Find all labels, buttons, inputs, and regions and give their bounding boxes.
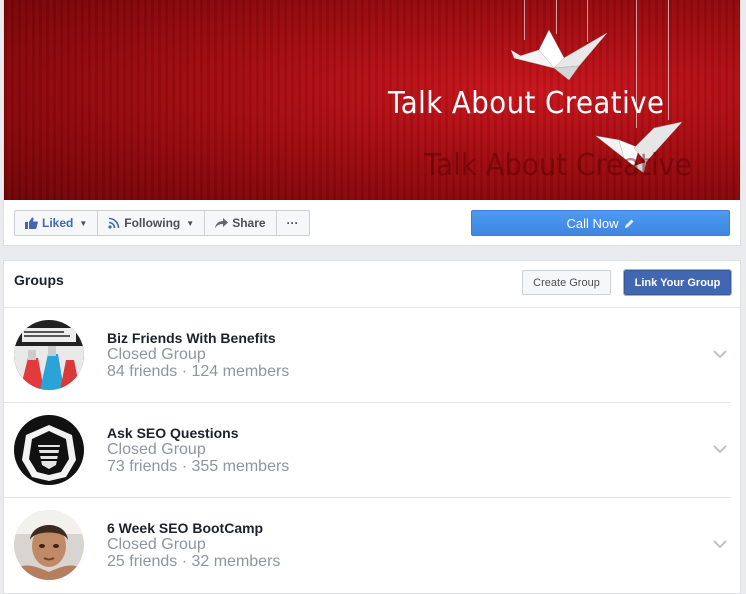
group-name[interactable]: Biz Friends With Benefits: [107, 330, 276, 346]
more-label: ···: [286, 216, 299, 230]
group-name[interactable]: Ask SEO Questions: [107, 425, 238, 441]
crane-string: [668, 0, 669, 120]
cover-photo[interactable]: Talk About Creative Talk About Creative: [4, 0, 740, 200]
group-row[interactable]: Ask SEO Questions Closed Group 73 friend…: [4, 403, 731, 498]
call-now-label: Call Now: [566, 215, 619, 231]
liked-label: Liked: [42, 216, 74, 230]
share-arrow-icon: [215, 217, 229, 228]
page-actions-group: Liked ▼ Following ▼ Share ···: [14, 210, 310, 236]
chevron-down-icon[interactable]: [712, 443, 728, 455]
paper-crane-icon: [511, 29, 608, 81]
group-row[interactable]: Biz Friends With Benefits Closed Group 8…: [4, 308, 731, 403]
rss-icon: [108, 217, 120, 229]
cover-title: Talk About Creative: [388, 86, 665, 121]
group-stats: 84 friends · 124 members: [107, 363, 290, 380]
create-group-button[interactable]: Create Group: [522, 270, 611, 295]
call-now-button[interactable]: Call Now: [471, 210, 730, 236]
share-label: Share: [232, 216, 266, 230]
following-label: Following: [124, 216, 181, 230]
group-avatar[interactable]: [14, 510, 84, 580]
page-action-bar: Liked ▼ Following ▼ Share ···: [14, 210, 310, 236]
group-name[interactable]: 6 Week SEO BootCamp: [107, 520, 263, 536]
group-stats: 25 friends · 32 members: [107, 553, 281, 570]
cover-title-reflection: Talk About Creative: [424, 148, 692, 183]
chevron-down-icon[interactable]: [712, 538, 728, 550]
chevron-down-icon: ▼: [79, 218, 88, 228]
groups-title: Groups: [14, 272, 64, 288]
groups-card: Groups Create Group Link Your Group Biz …: [3, 260, 741, 594]
group-privacy: Closed Group: [107, 441, 206, 458]
groups-header: Groups Create Group Link Your Group: [4, 261, 740, 308]
chevron-down-icon: ▼: [186, 218, 195, 228]
group-stats: 73 friends · 355 members: [107, 458, 290, 475]
thumbs-up-icon: [25, 217, 38, 229]
liked-button[interactable]: Liked ▼: [15, 211, 99, 235]
group-privacy: Closed Group: [107, 346, 206, 363]
share-button[interactable]: Share: [205, 211, 277, 235]
group-avatar[interactable]: [14, 320, 84, 390]
group-avatar[interactable]: [14, 415, 84, 485]
chevron-down-icon[interactable]: [712, 348, 728, 360]
page-header-card: Talk About Creative Talk About Creative …: [3, 0, 741, 246]
more-options-button[interactable]: ···: [277, 211, 309, 235]
following-button[interactable]: Following ▼: [98, 211, 206, 235]
group-row[interactable]: 6 Week SEO BootCamp Closed Group 25 frie…: [4, 498, 731, 593]
group-privacy: Closed Group: [107, 536, 206, 553]
link-your-group-button[interactable]: Link Your Group: [623, 269, 732, 296]
pencil-icon[interactable]: [624, 218, 635, 229]
